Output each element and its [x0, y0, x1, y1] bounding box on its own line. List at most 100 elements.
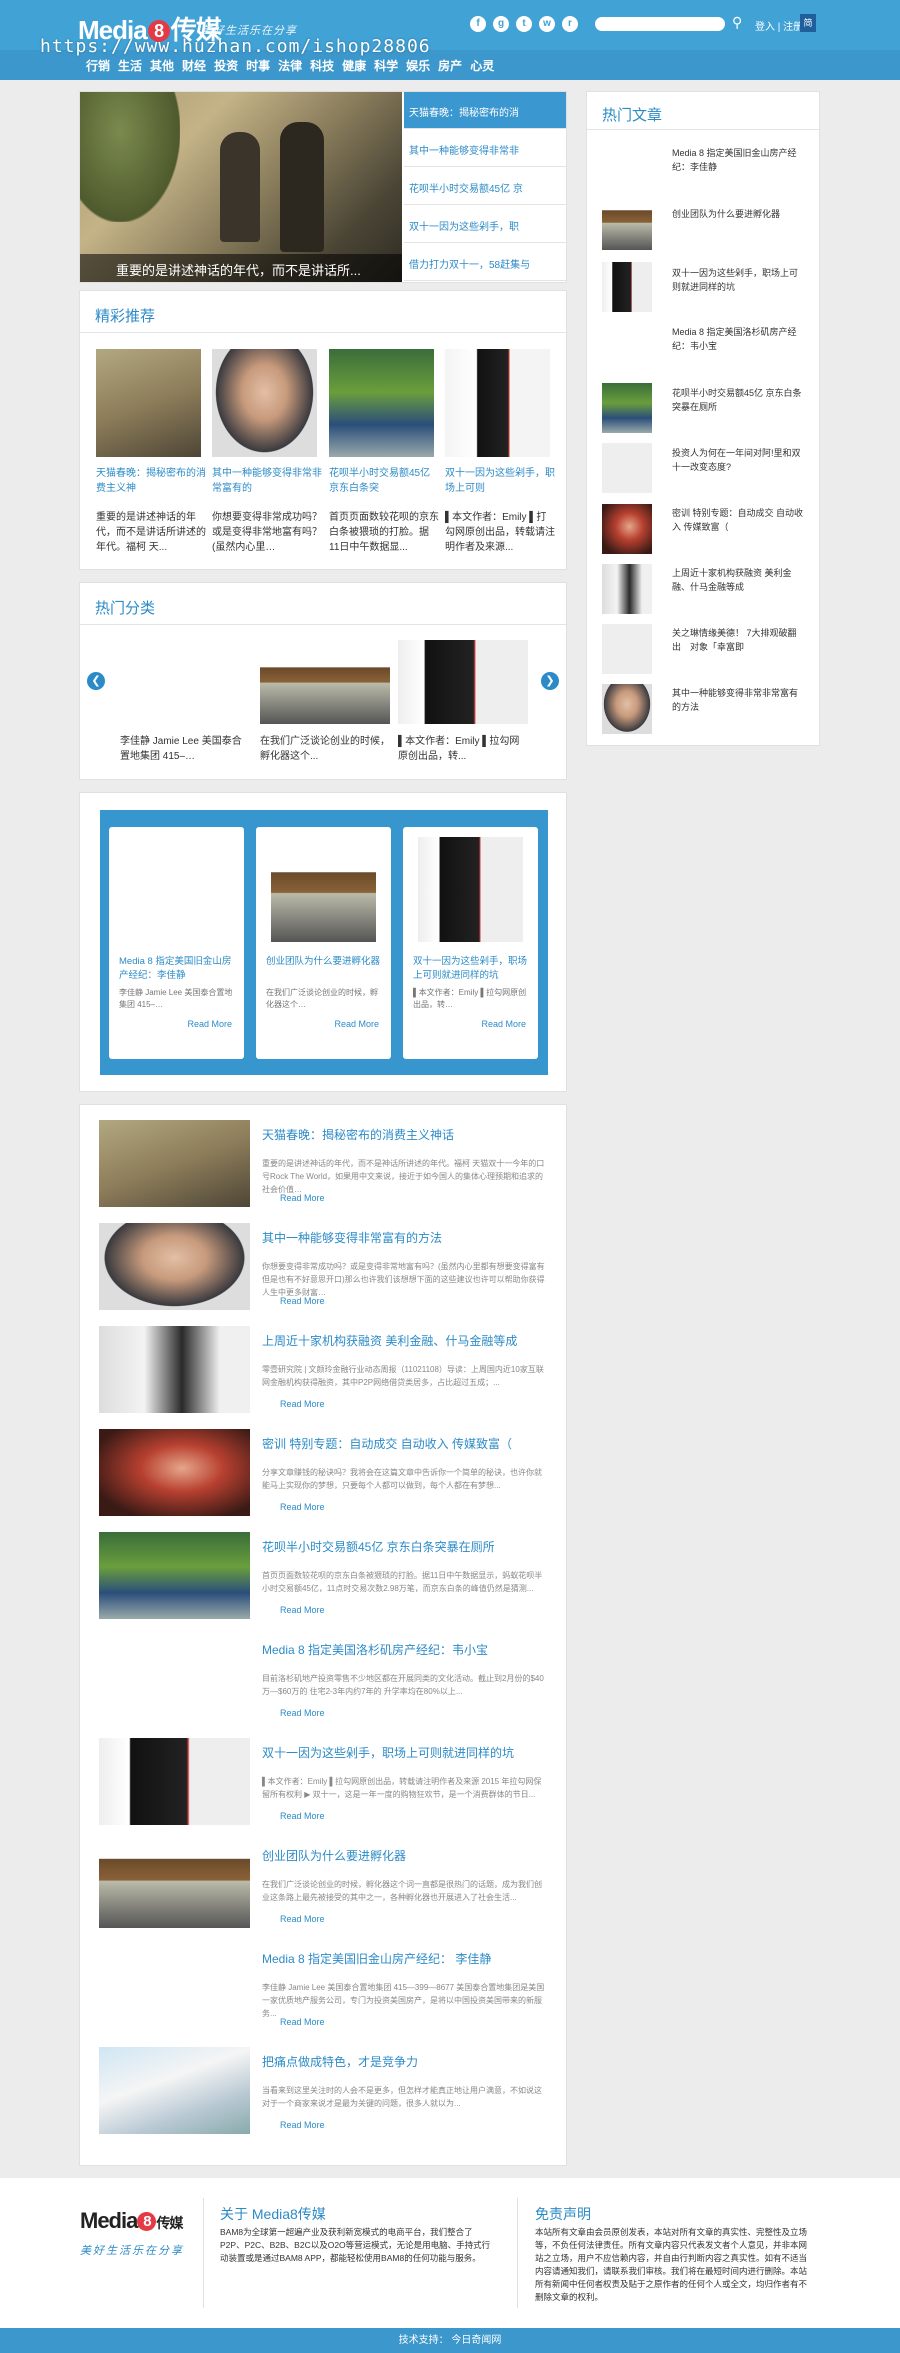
- read-more-link[interactable]: Read More: [187, 1019, 232, 1029]
- nav-item[interactable]: 投资: [214, 57, 238, 74]
- article-thumb[interactable]: [99, 1738, 250, 1825]
- nav-item[interactable]: 娱乐: [406, 57, 430, 74]
- hot-article-title[interactable]: 创业团队为什么要进孵化器: [672, 207, 804, 221]
- slider-list-item[interactable]: 花呗半小时交易额45亿 京: [404, 168, 566, 205]
- read-more-link[interactable]: Read More: [280, 1193, 325, 1203]
- hot-article-thumb[interactable]: [602, 262, 652, 312]
- language-toggle-button[interactable]: 简: [800, 14, 816, 32]
- carousel-caption[interactable]: 李佳静 Jamie Lee 美国泰合置地集团 415–…: [120, 734, 250, 764]
- article-thumb[interactable]: [99, 2047, 250, 2134]
- carousel-image[interactable]: [398, 640, 528, 724]
- slider-list-item[interactable]: 借力打力双十一，58赶集与: [404, 244, 566, 281]
- pick-title[interactable]: 花呗半小时交易额45亿 京东白条突: [329, 466, 439, 496]
- carousel-caption[interactable]: 在我们广泛谈论创业的时候，孵化器这个...: [260, 734, 390, 764]
- hot-article-title[interactable]: 密训 特别专题：自动成交 自动收入 传媒致富（: [672, 506, 804, 534]
- hot-article-title[interactable]: 投资人为何在一年间对阿!里和双十一改变态度?: [672, 446, 804, 474]
- hot-article-title[interactable]: 上周近十家机构获融资 美利金融、什马金融等成: [672, 566, 804, 594]
- slider-list-item[interactable]: 其中一种能够变得非常非: [404, 130, 566, 167]
- article-thumb[interactable]: [99, 1223, 250, 1310]
- nav-item[interactable]: 行销: [86, 57, 110, 74]
- footer-credit-bar[interactable]: 技术支持： 今日奇闻网: [0, 2328, 900, 2353]
- slider-list-item[interactable]: 天猫春晚：揭秘密布的消: [404, 92, 566, 129]
- hot-article-thumb[interactable]: [602, 504, 652, 554]
- pick-image[interactable]: [96, 349, 201, 457]
- pick-image[interactable]: [445, 349, 550, 457]
- hot-article-thumb[interactable]: [602, 624, 652, 674]
- hot-article-title[interactable]: 双十一因为这些剁手，职场上可则就进同样的坑: [672, 266, 804, 294]
- hot-article-title[interactable]: 关之琳情缘美德！ 7大排观破翻出 对象「幸富即: [672, 626, 804, 654]
- nav-item[interactable]: 生活: [118, 57, 142, 74]
- card-title[interactable]: Media 8 指定美国旧金山房产经纪：李佳静: [119, 955, 234, 983]
- weibo-icon[interactable]: w: [539, 16, 555, 32]
- feature-card[interactable]: 双十一因为这些剁手，职场上可则就进同样的坑 ▌本文作者：Emily ▌拉勾网原创…: [403, 827, 538, 1059]
- nav-item[interactable]: 财经: [182, 57, 206, 74]
- hot-article-thumb[interactable]: [602, 684, 652, 734]
- hot-article-thumb[interactable]: [602, 383, 652, 433]
- nav-item[interactable]: 其他: [150, 57, 174, 74]
- read-more-link[interactable]: Read More: [481, 1019, 526, 1029]
- read-more-link[interactable]: Read More: [334, 1019, 379, 1029]
- read-more-link[interactable]: Read More: [280, 1399, 325, 1409]
- article-title[interactable]: 把痛点做成特色，才是竞争力: [262, 2053, 418, 2070]
- article-title[interactable]: Media 8 指定美国洛杉矶房产经纪：韦小宝: [262, 1641, 488, 1658]
- nav-item[interactable]: 科学: [374, 57, 398, 74]
- card-title[interactable]: 创业团队为什么要进孵化器: [266, 955, 381, 969]
- pick-image[interactable]: [212, 349, 317, 457]
- search-icon[interactable]: ⚲: [732, 14, 742, 31]
- nav-item[interactable]: 健康: [342, 57, 366, 74]
- pick-title[interactable]: 双十一因为这些剁手，职场上可则: [445, 466, 555, 496]
- hot-article-thumb[interactable]: [602, 564, 652, 614]
- facebook-icon[interactable]: f: [470, 16, 486, 32]
- pick-image[interactable]: [329, 349, 434, 457]
- nav-item[interactable]: 房产: [438, 57, 462, 74]
- article-title[interactable]: 花呗半小时交易额45亿 京东白条突暴在厕所: [262, 1538, 495, 1555]
- carousel-caption[interactable]: ▌本文作者：Emily ▌拉勾网原创出品，转...: [398, 734, 528, 764]
- pick-title[interactable]: 其中一种能够变得非常非常富有的: [212, 466, 322, 496]
- article-thumb[interactable]: [99, 1429, 250, 1516]
- footer-logo[interactable]: Media 8 传媒: [80, 2208, 183, 2234]
- feature-card[interactable]: 创业团队为什么要进孵化器 在我们广泛谈论创业的时候，孵化器这个… Read Mo…: [256, 827, 391, 1059]
- read-more-link[interactable]: Read More: [280, 1605, 325, 1615]
- carousel-prev-button[interactable]: ❮: [87, 672, 105, 690]
- search-input[interactable]: [595, 17, 725, 31]
- hot-article-title[interactable]: 其中一种能够变得非常非常富有的方法: [672, 686, 804, 714]
- hot-article-thumb[interactable]: [602, 200, 652, 250]
- pick-title[interactable]: 天猫春晚：揭秘密布的消费主义神: [96, 466, 206, 496]
- article-thumb[interactable]: [99, 1841, 250, 1928]
- article-title[interactable]: 天猫春晚：揭秘密布的消费主义神话: [262, 1126, 454, 1143]
- hot-article-title[interactable]: Media 8 指定美国旧金山房产经纪：李佳静: [672, 146, 804, 174]
- slider-list-item[interactable]: 双十一因为这些剁手，职: [404, 206, 566, 243]
- carousel-image[interactable]: [260, 648, 390, 724]
- article-title[interactable]: 上周近十家机构获融资 美利金融、什马金融等成: [262, 1332, 517, 1349]
- nav-item[interactable]: 法律: [278, 57, 302, 74]
- article-title[interactable]: 其中一种能够变得非常富有的方法: [262, 1229, 442, 1246]
- login-register-link[interactable]: 登入 | 注册: [755, 18, 803, 33]
- hot-article-title[interactable]: 花呗半小时交易额45亿 京东白条突暴在厕所: [672, 386, 804, 414]
- slider-caption[interactable]: 重要的是讲述神话的年代，而不是讲话所...: [80, 254, 402, 282]
- article-thumb[interactable]: [99, 1326, 250, 1413]
- hot-article-title[interactable]: Media 8 指定美国洛杉矶房产经纪：韦小宝: [672, 325, 804, 353]
- article-thumb[interactable]: [99, 1532, 250, 1619]
- read-more-link[interactable]: Read More: [280, 1914, 325, 1924]
- twitter-icon[interactable]: t: [516, 16, 532, 32]
- rss-icon[interactable]: r: [562, 16, 578, 32]
- read-more-link[interactable]: Read More: [280, 1502, 325, 1512]
- nav-item[interactable]: 时事: [246, 57, 270, 74]
- nav-item[interactable]: 科技: [310, 57, 334, 74]
- feature-card[interactable]: Media 8 指定美国旧金山房产经纪：李佳静 李佳静 Jamie Lee 美国…: [109, 827, 244, 1059]
- card-title[interactable]: 双十一因为这些剁手，职场上可则就进同样的坑: [413, 955, 528, 983]
- article-title[interactable]: 创业团队为什么要进孵化器: [262, 1847, 406, 1864]
- article-title[interactable]: 密训 特别专题：自动成交 自动收入 传媒致富（: [262, 1435, 512, 1452]
- read-more-link[interactable]: Read More: [280, 1296, 325, 1306]
- article-title[interactable]: 双十一因为这些剁手，职场上可则就进同样的坑: [262, 1744, 514, 1761]
- article-title[interactable]: Media 8 指定美国旧金山房产经纪： 李佳静: [262, 1950, 491, 1967]
- nav-item[interactable]: 心灵: [470, 57, 494, 74]
- hot-article-thumb[interactable]: [602, 443, 652, 493]
- read-more-link[interactable]: Read More: [280, 1811, 325, 1821]
- google-plus-icon[interactable]: g: [493, 16, 509, 32]
- article-thumb[interactable]: [99, 1120, 250, 1207]
- carousel-next-button[interactable]: ❯: [541, 672, 559, 690]
- read-more-link[interactable]: Read More: [280, 1708, 325, 1718]
- read-more-link[interactable]: Read More: [280, 2017, 325, 2027]
- read-more-link[interactable]: Read More: [280, 2120, 325, 2130]
